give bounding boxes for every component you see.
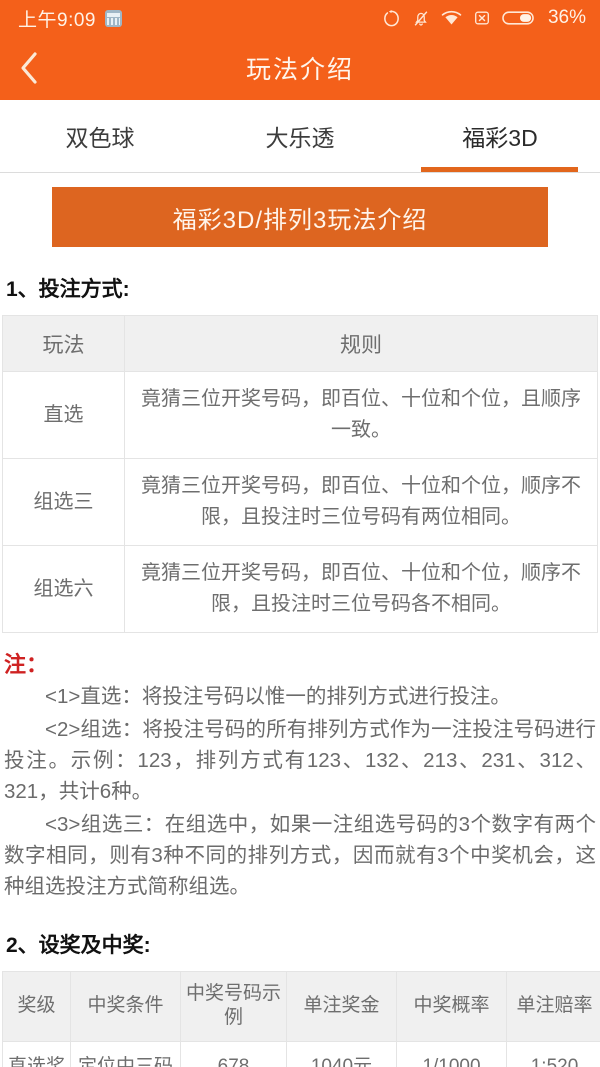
- notes-block: 注： <1>直选：将投注号码以惟一的排列方式进行投注。 <2>组选：将投注号码的…: [2, 633, 598, 903]
- back-button[interactable]: [0, 36, 58, 100]
- page-banner: 福彩3D/排列3玩法介绍: [52, 187, 548, 247]
- cell-rule: 竟猜三位开奖号码，即百位、十位和个位，顺序不限，且投注时三位号码有两位相同。: [124, 458, 598, 546]
- cell-rule: 竟猜三位开奖号码，即百位、十位和个位，顺序不限，且投注时三位号码各不相同。: [124, 545, 598, 633]
- table-row: 直选 竟猜三位开奖号码，即百位、十位和个位，且顺序一致。: [2, 371, 598, 459]
- tab-label: 双色球: [65, 125, 135, 151]
- cell-playtype: 组选三: [2, 458, 125, 546]
- no-sim-icon: [473, 9, 491, 27]
- status-time: 上午9:09: [18, 9, 96, 31]
- prize-table: 奖级 中奖条件 中奖号码示例 单注奖金 中奖概率 单注赔率 直选奖 定位中三码 …: [2, 970, 600, 1067]
- banner-wrapper: 福彩3D/排列3玩法介绍: [0, 173, 600, 247]
- cell-playtype: 组选六: [2, 545, 125, 633]
- table-row: 组选六 竟猜三位开奖号码，即百位、十位和个位，顺序不限，且投注时三位号码各不相同…: [2, 545, 598, 633]
- cell-number-example: 678: [180, 1040, 287, 1067]
- cell-prize-level: 直选奖: [2, 1040, 71, 1067]
- col-header-prize-level: 奖级: [2, 970, 71, 1042]
- note-item-2: <2>组选：将投注号码的所有排列方式作为一注投注号码进行投注。示例：123，排列…: [4, 717, 596, 803]
- note-item-1: <1>直选：将投注号码以惟一的排列方式进行投注。: [45, 684, 511, 708]
- calculator-app-icon: [104, 9, 122, 27]
- title-bar: 玩法介绍: [0, 36, 600, 100]
- back-chevron-icon: [21, 52, 37, 84]
- note-item-3: <3>组选三：在组选中，如果一注组选号码的3个数字有两个数字相同，则有3种不同的…: [4, 813, 596, 899]
- rotate-icon: [382, 9, 401, 28]
- page-title: 玩法介绍: [245, 56, 354, 84]
- cell-rule: 竟猜三位开奖号码，即百位、十位和个位，且顺序一致。: [124, 371, 598, 459]
- cell-odds: 1:520: [506, 1040, 600, 1067]
- betting-methods-table: 玩法 规则 直选 竟猜三位开奖号码，即百位、十位和个位，且顺序一致。 组选三 竟…: [2, 315, 598, 633]
- table-header-row: 玩法 规则: [2, 315, 598, 372]
- tab-label: 福彩3D: [462, 125, 538, 151]
- wifi-icon: [441, 10, 462, 27]
- col-header-win-probability: 中奖概率: [396, 970, 507, 1042]
- status-bar: 上午9:09 36%: [0, 0, 600, 36]
- cell-win-condition: 定位中三码: [70, 1040, 181, 1067]
- section-title-betting: 1、投注方式:: [6, 278, 130, 301]
- col-header-odds: 单注赔率: [506, 970, 600, 1042]
- tab-shuangseqiu[interactable]: 双色球: [0, 100, 200, 172]
- mute-bell-icon: [412, 9, 430, 28]
- content-area: 福彩3D/排列3玩法介绍 1、投注方式: 玩法 规则 直选 竟猜三位开奖号码，即…: [0, 173, 600, 1067]
- col-header-number-example: 中奖号码示例: [180, 970, 287, 1042]
- app-screen: 上午9:09 36% 玩法介绍 双色球 大乐透 福彩3D 福彩3D/排列3玩法介…: [0, 0, 600, 1067]
- battery-percent: 36%: [547, 7, 586, 28]
- table-header-row: 奖级 中奖条件 中奖号码示例 单注奖金 中奖概率 单注赔率: [2, 970, 600, 1042]
- tab-label: 大乐透: [265, 125, 335, 151]
- status-bar-left: 上午9:09: [18, 5, 122, 32]
- col-header-prize-amount: 单注奖金: [286, 970, 397, 1042]
- notes-label: 注：: [4, 652, 49, 677]
- table-row: 组选三 竟猜三位开奖号码，即百位、十位和个位，顺序不限，且投注时三位号码有两位相…: [2, 458, 598, 546]
- col-header-win-condition: 中奖条件: [70, 970, 181, 1042]
- section-title-prizes: 2、设奖及中奖:: [6, 933, 151, 957]
- tab-bar: 双色球 大乐透 福彩3D: [0, 100, 600, 173]
- status-bar-right: 36%: [382, 7, 586, 29]
- table-row: 直选奖 定位中三码 678 1040元 1/1000 1:520: [2, 1040, 600, 1067]
- col-header-playtype: 玩法: [2, 315, 125, 372]
- battery-icon: [502, 9, 535, 27]
- cell-win-probability: 1/1000: [396, 1040, 507, 1067]
- cell-prize-amount: 1040元: [286, 1040, 397, 1067]
- tab-fucai3d[interactable]: 福彩3D: [400, 100, 600, 172]
- cell-playtype: 直选: [2, 371, 125, 459]
- col-header-rule: 规则: [124, 315, 598, 372]
- tab-daletou[interactable]: 大乐透: [200, 100, 400, 172]
